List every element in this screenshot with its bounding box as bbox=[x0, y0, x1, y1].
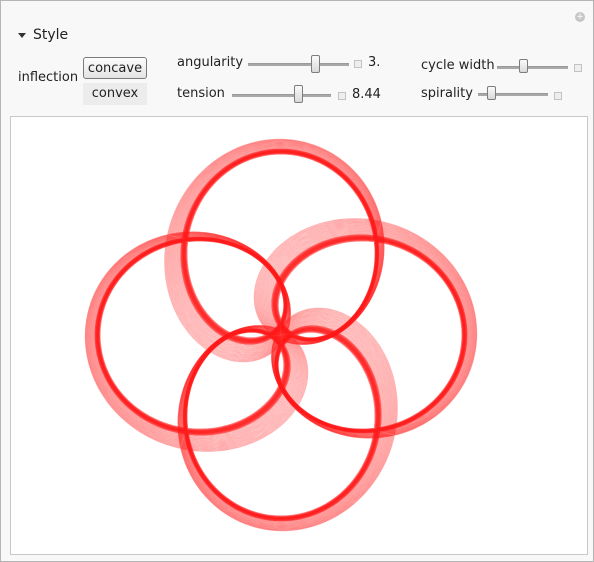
angularity-slider-thumb[interactable] bbox=[311, 55, 320, 73]
cycle-width-expand-icon[interactable] bbox=[574, 64, 582, 72]
spirality-label: spirality bbox=[421, 86, 473, 101]
plot-area bbox=[10, 116, 588, 555]
cycle-width-slider-track[interactable] bbox=[497, 66, 568, 69]
concave-button[interactable]: concave bbox=[83, 57, 147, 79]
cycle-width-slider-thumb[interactable] bbox=[519, 59, 528, 73]
tension-slider-thumb[interactable] bbox=[294, 85, 303, 103]
tension-label: tension bbox=[177, 86, 225, 101]
spiral-curve-graphic bbox=[84, 138, 478, 532]
angularity-slider-track[interactable] bbox=[248, 63, 349, 66]
manipulate-panel: + Style inflection concave convex angula… bbox=[0, 0, 594, 562]
convex-button[interactable]: convex bbox=[83, 83, 147, 105]
add-icon[interactable]: + bbox=[575, 12, 585, 22]
tension-slider-track[interactable] bbox=[232, 94, 331, 97]
style-section-header[interactable]: Style bbox=[18, 27, 68, 43]
spirality-slider-thumb[interactable] bbox=[487, 86, 496, 100]
curve-strand bbox=[89, 143, 473, 527]
tension-expand-icon[interactable] bbox=[338, 92, 346, 100]
angularity-expand-icon[interactable] bbox=[354, 60, 362, 68]
disclosure-triangle-icon[interactable] bbox=[18, 32, 26, 38]
tension-value: 8.44 bbox=[352, 87, 381, 102]
section-title: Style bbox=[33, 27, 69, 43]
cycle-width-label: cycle width bbox=[421, 58, 495, 73]
spirality-expand-icon[interactable] bbox=[554, 92, 562, 100]
angularity-value: 3. bbox=[368, 55, 381, 70]
inflection-label: inflection bbox=[18, 70, 79, 85]
angularity-label: angularity bbox=[177, 55, 244, 70]
